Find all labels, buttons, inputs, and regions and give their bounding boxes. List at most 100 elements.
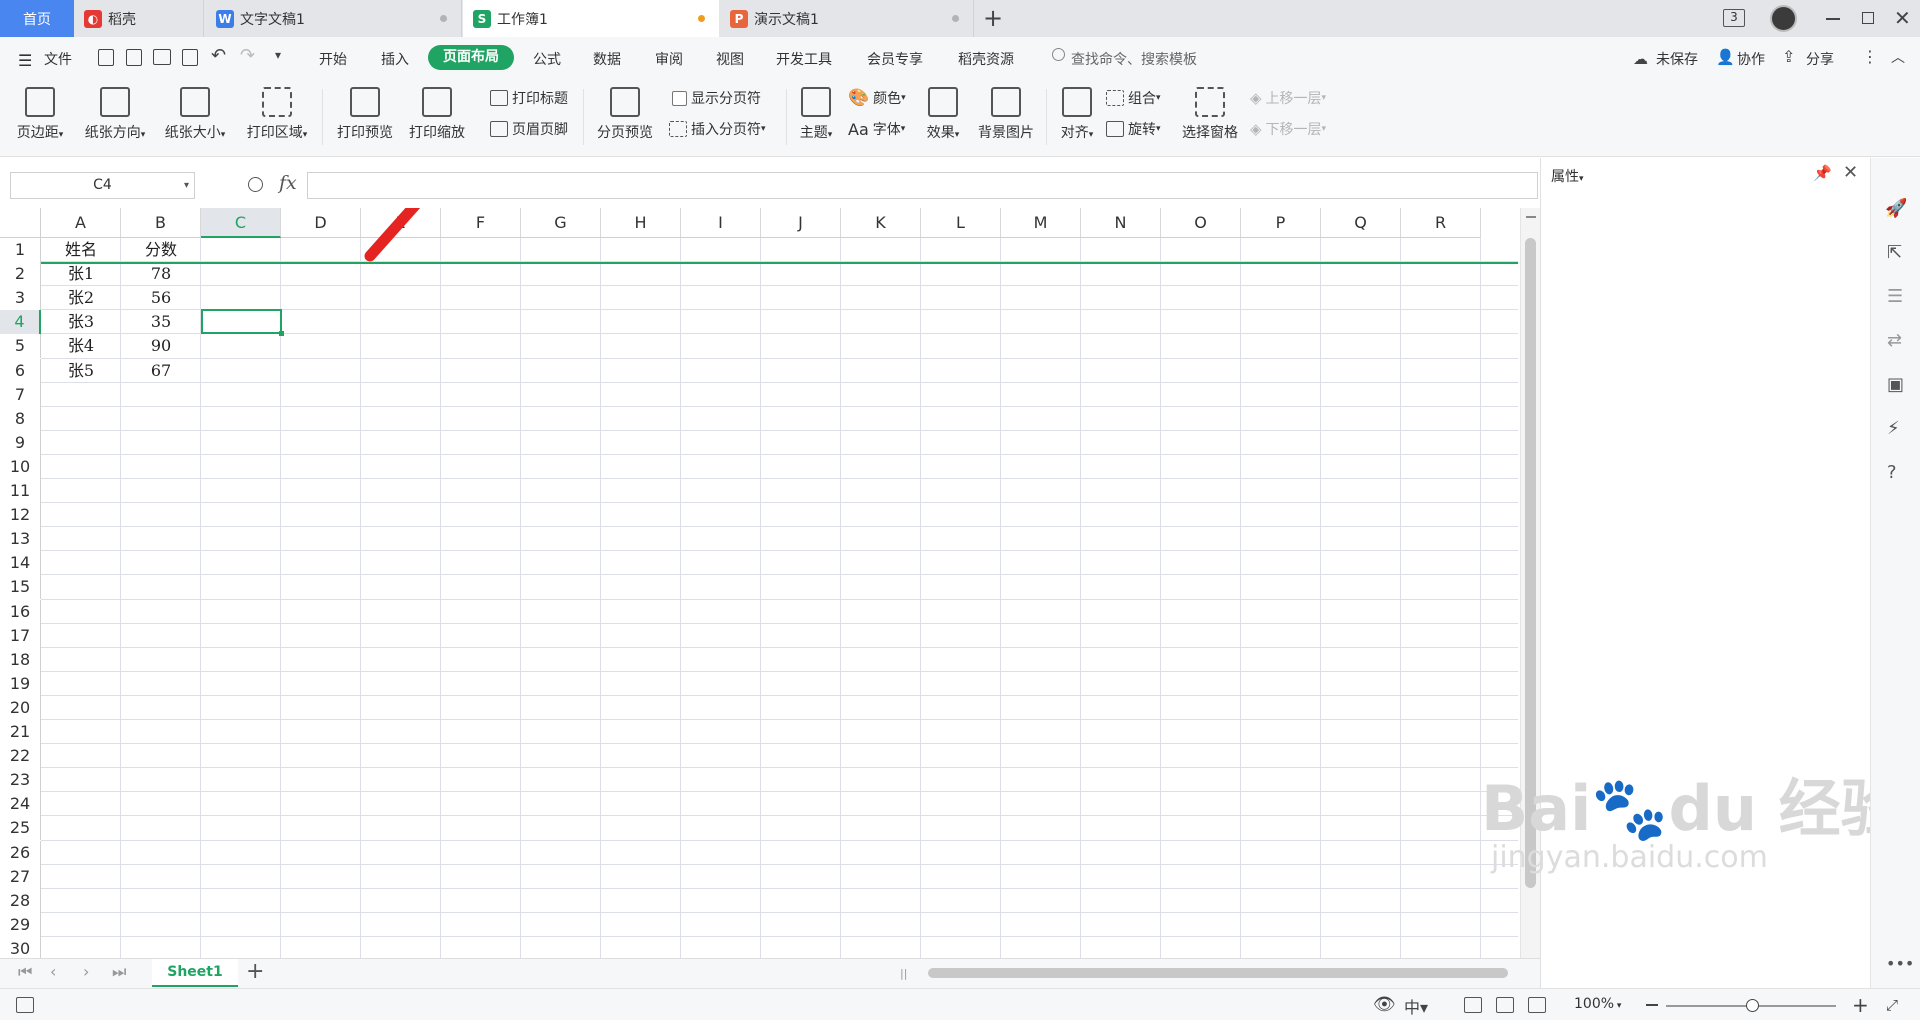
row-header-27[interactable]: 27	[0, 864, 41, 889]
cell-a1[interactable]: 姓名	[41, 238, 121, 262]
zoom-slider-thumb[interactable]	[1746, 999, 1759, 1012]
print-preview-button[interactable]: 打印预览	[333, 87, 397, 142]
row-header-3[interactable]: 3	[0, 286, 41, 311]
formula-input[interactable]	[307, 172, 1538, 199]
row-header-14[interactable]: 14	[0, 551, 41, 576]
row-header-28[interactable]: 28	[0, 888, 41, 913]
theme-button[interactable]: 主题▾	[793, 87, 839, 142]
menu-member[interactable]: 会员专享	[867, 49, 923, 69]
effects-button[interactable]: 效果▾	[920, 87, 966, 142]
eye-protection-icon[interactable]: 👁	[1373, 994, 1396, 1015]
column-header-q[interactable]: Q	[1321, 208, 1401, 238]
column-header-h[interactable]: H	[601, 208, 681, 238]
orientation-button[interactable]: 纸张方向▾	[80, 87, 150, 142]
column-header-a[interactable]: A	[41, 208, 121, 238]
next-sheet-icon[interactable]: ›	[83, 962, 89, 981]
restore-icon[interactable]	[1862, 12, 1874, 24]
collab-user-icon[interactable]: 👤	[1716, 48, 1735, 66]
tab-ppt[interactable]: P 演示文稿1	[720, 0, 974, 37]
menu-insert[interactable]: 插入	[381, 49, 409, 69]
cell-a5[interactable]: 张4	[41, 334, 121, 358]
save-icon[interactable]	[98, 49, 114, 66]
row-header-8[interactable]: 8	[0, 406, 41, 431]
row-header-6[interactable]: 6	[0, 358, 41, 383]
locale-icon[interactable]: 中▾	[1404, 994, 1428, 1018]
horizontal-scrollbar[interactable]: ||	[900, 965, 1520, 981]
column-header-p[interactable]: P	[1241, 208, 1321, 238]
row-header-16[interactable]: 16	[0, 599, 41, 624]
column-header-d[interactable]: D	[281, 208, 361, 238]
page-layout-view-icon[interactable]	[1496, 997, 1514, 1013]
print-icon[interactable]	[153, 49, 171, 65]
select-all-corner[interactable]	[0, 208, 41, 238]
send-backward-button[interactable]: ◈ 下移一层 ▾	[1250, 119, 1326, 139]
column-header-m[interactable]: M	[1001, 208, 1081, 238]
menu-daoke-resources[interactable]: 稻壳资源	[958, 49, 1014, 69]
column-header-c[interactable]: C	[201, 208, 281, 238]
more-horizontal-icon[interactable]: •••	[1886, 954, 1914, 973]
menu-data[interactable]: 数据	[593, 49, 621, 69]
page-break-preview-button[interactable]: 分页预览	[592, 87, 658, 142]
page-break-view-icon[interactable]	[1528, 997, 1546, 1013]
tab-writer[interactable]: W 文字文稿1	[206, 0, 462, 37]
menu-developer[interactable]: 开发工具	[776, 49, 832, 69]
column-header-b[interactable]: B	[121, 208, 201, 238]
zoom-level[interactable]: 100% ▾	[1574, 996, 1621, 1012]
hamburger-icon[interactable]: ☰	[18, 51, 32, 70]
row-header-7[interactable]: 7	[0, 382, 41, 407]
cell-a2[interactable]: 张1	[41, 262, 121, 286]
row-header-22[interactable]: 22	[0, 744, 41, 769]
fonts-button[interactable]: Aa 字体 ▾	[848, 119, 905, 139]
h-scroll-thumb[interactable]	[928, 968, 1508, 978]
tab-sheet[interactable]: S 工作簿1	[463, 0, 719, 37]
group-button[interactable]: 组合 ▾	[1106, 88, 1161, 108]
fill-handle[interactable]	[279, 331, 284, 336]
menu-page-layout[interactable]: 页面布局	[428, 45, 514, 70]
row-header-25[interactable]: 25	[0, 816, 41, 841]
zoom-out-icon[interactable]	[1646, 1004, 1658, 1006]
row-header-1[interactable]: 1	[0, 238, 41, 263]
row-header-5[interactable]: 5	[0, 334, 41, 359]
tab-daoke[interactable]: ◐ 稻壳	[74, 0, 204, 37]
align-button[interactable]: 对齐▾	[1054, 87, 1100, 142]
row-header-2[interactable]: 2	[0, 262, 41, 287]
row-header-19[interactable]: 19	[0, 671, 41, 696]
redo-icon[interactable]: ↷	[240, 45, 255, 66]
collab-button[interactable]: 协作	[1737, 49, 1765, 69]
row-header-21[interactable]: 21	[0, 720, 41, 745]
cell-b5[interactable]: 90	[121, 334, 201, 358]
show-page-breaks-checkbox[interactable]: 显示分页符	[672, 88, 761, 108]
help-icon[interactable]: ?	[1887, 462, 1897, 483]
panel-title[interactable]: 属性▾	[1551, 166, 1584, 186]
undo-icon[interactable]: ↶	[211, 45, 226, 66]
row-header-20[interactable]: 20	[0, 695, 41, 720]
row-header-15[interactable]: 15	[0, 575, 41, 600]
cell-a3[interactable]: 张2	[41, 286, 121, 310]
row-header-18[interactable]: 18	[0, 647, 41, 672]
row-header-4[interactable]: 4	[0, 310, 41, 335]
menu-file[interactable]: 文件	[44, 49, 72, 69]
row-header-9[interactable]: 9	[0, 430, 41, 455]
search-command-input[interactable]: 查找命令、搜索模板	[1071, 49, 1197, 69]
header-footer-button[interactable]: 页眉页脚	[490, 119, 568, 139]
row-header-30[interactable]: 30	[0, 936, 41, 958]
row-header-10[interactable]: 10	[0, 454, 41, 479]
row-header-13[interactable]: 13	[0, 527, 41, 552]
image-tool-icon[interactable]: ▣	[1887, 374, 1904, 395]
window-count-badge[interactable]: 3	[1723, 9, 1745, 27]
column-header-r[interactable]: R	[1401, 208, 1481, 238]
spreadsheet-grid[interactable]: ABCDEFGHIJKLMNOPQR 123456789101112131415…	[0, 208, 1540, 958]
first-sheet-icon[interactable]: ⏮	[18, 962, 32, 982]
chevron-down-icon[interactable]: ▾	[184, 173, 189, 198]
fx-icon[interactable]: fx	[279, 172, 297, 194]
row-header-29[interactable]: 29	[0, 912, 41, 937]
menu-formula[interactable]: 公式	[533, 49, 561, 69]
search-icon[interactable]	[1052, 48, 1065, 61]
scroll-top-icon[interactable]	[1526, 216, 1536, 218]
tab-close-dot[interactable]	[952, 15, 959, 22]
new-tab-button[interactable]: +	[983, 4, 1003, 32]
scroll-split-icon[interactable]: ||	[900, 967, 907, 980]
tab-home[interactable]: 首页	[0, 0, 74, 37]
prev-sheet-icon[interactable]: ‹	[50, 962, 56, 981]
zoom-in-icon[interactable]: +	[1852, 993, 1869, 1017]
